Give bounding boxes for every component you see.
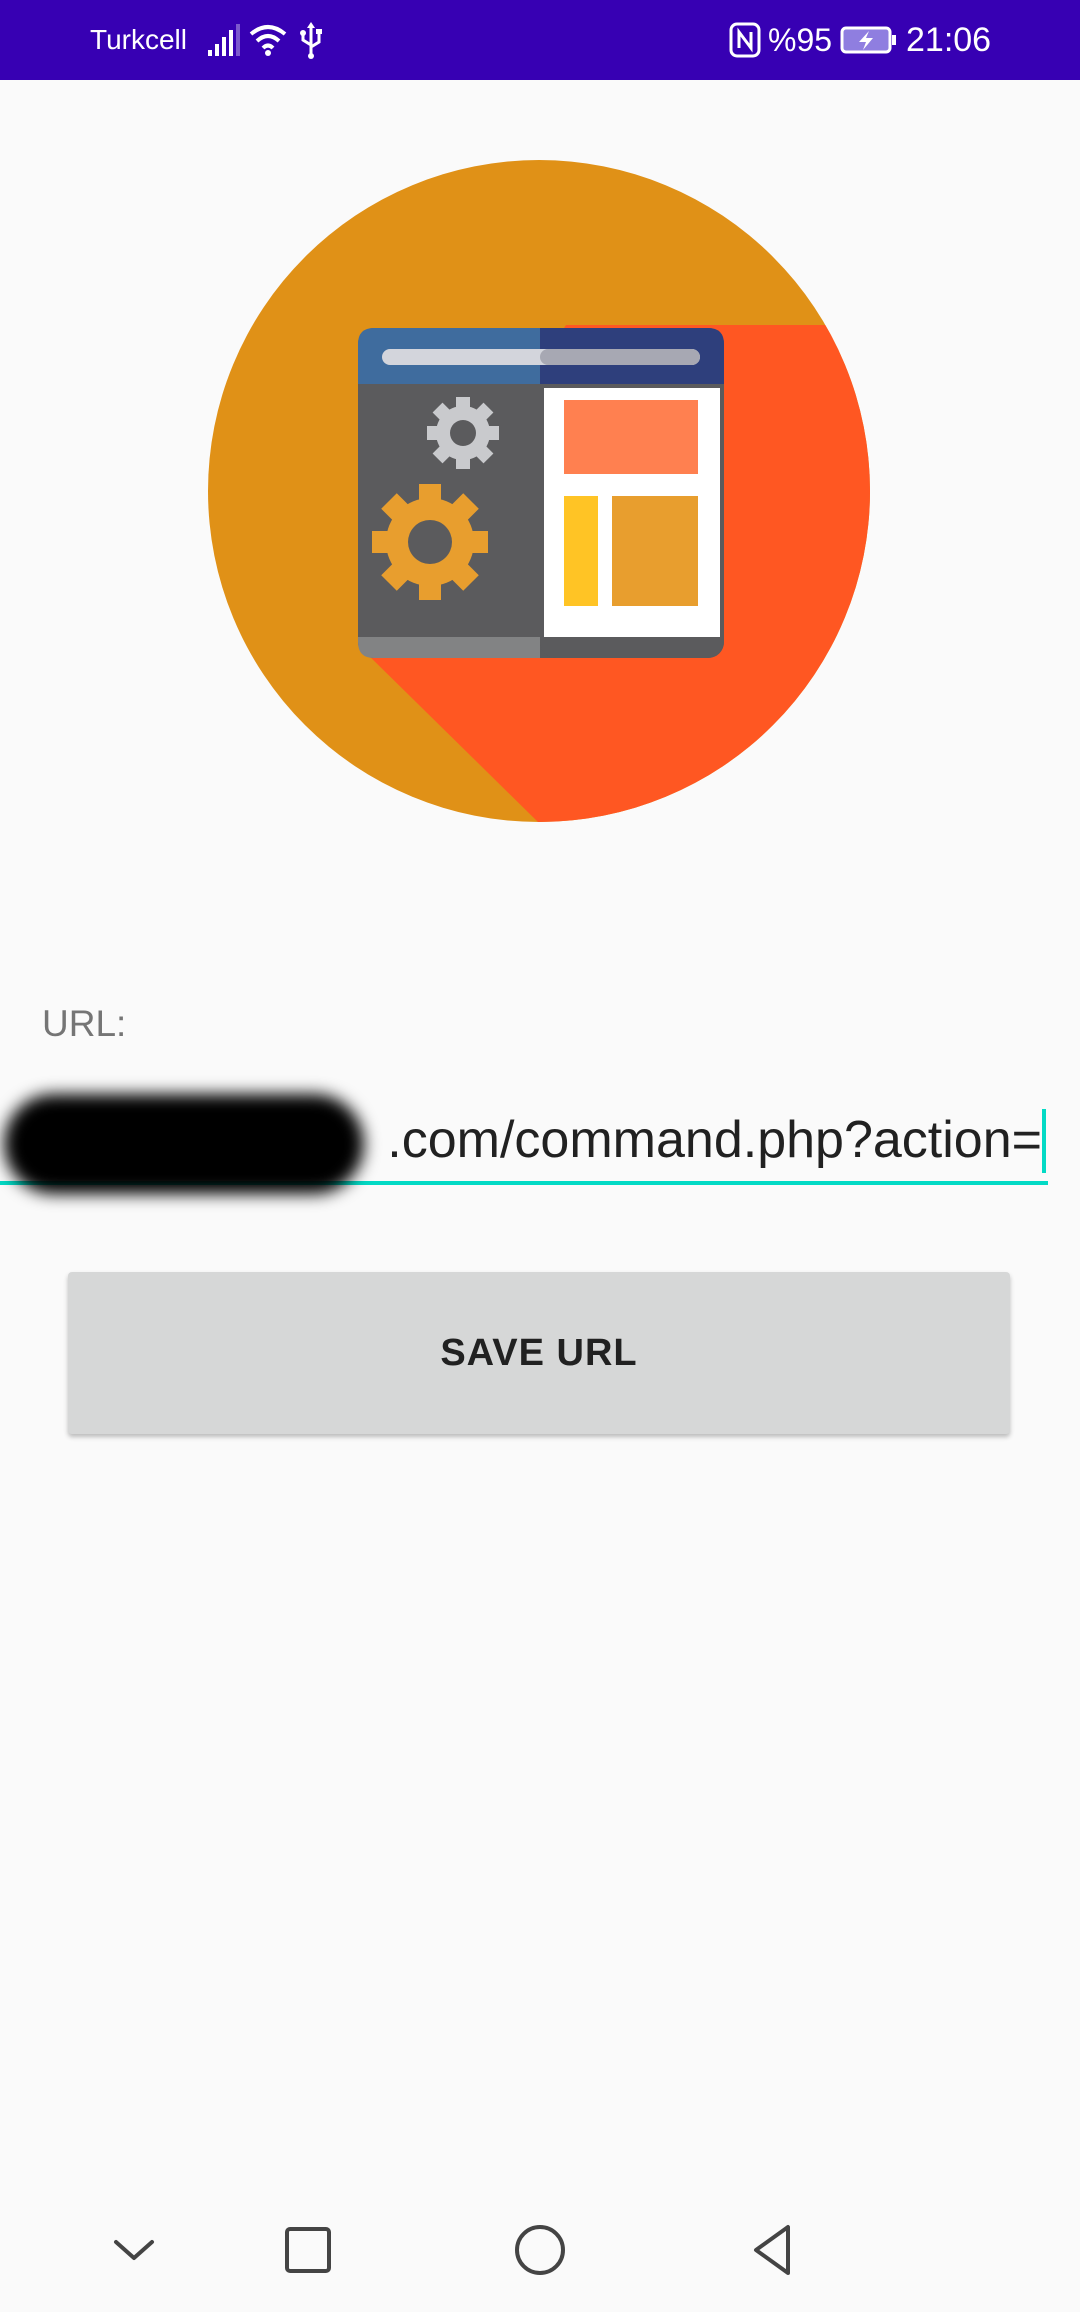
status-bar: Turkcell %95 21:06 xyxy=(0,0,1080,80)
url-input-value[interactable]: .com/command.php?action= xyxy=(387,1111,1042,1169)
web-admin-settings-icon xyxy=(208,160,870,822)
save-url-button[interactable]: SAVE URL xyxy=(68,1272,1010,1434)
hide-keyboard-icon xyxy=(114,2240,154,2260)
battery-percent: %95 xyxy=(768,22,833,58)
signal-icon xyxy=(206,20,242,65)
app-logo xyxy=(208,160,870,822)
recent-apps-icon xyxy=(285,2227,331,2273)
text-cursor xyxy=(1042,1109,1046,1173)
hide-keyboard-button[interactable] xyxy=(74,2188,194,2312)
carrier-name: Turkcell xyxy=(90,24,187,55)
recent-apps-button[interactable] xyxy=(248,2188,368,2312)
back-icon xyxy=(754,2225,790,2275)
battery-charging-icon xyxy=(840,20,898,65)
usb-icon xyxy=(298,20,324,65)
back-button[interactable] xyxy=(714,2188,834,2312)
url-label: URL: xyxy=(42,1003,127,1044)
home-button[interactable] xyxy=(480,2188,600,2312)
redaction-blur xyxy=(4,1094,364,1194)
wifi-icon xyxy=(248,20,288,65)
navigation-bar xyxy=(0,2188,1080,2312)
clock: 21:06 xyxy=(906,21,992,59)
nfc-icon xyxy=(728,20,762,65)
home-icon xyxy=(515,2225,565,2275)
